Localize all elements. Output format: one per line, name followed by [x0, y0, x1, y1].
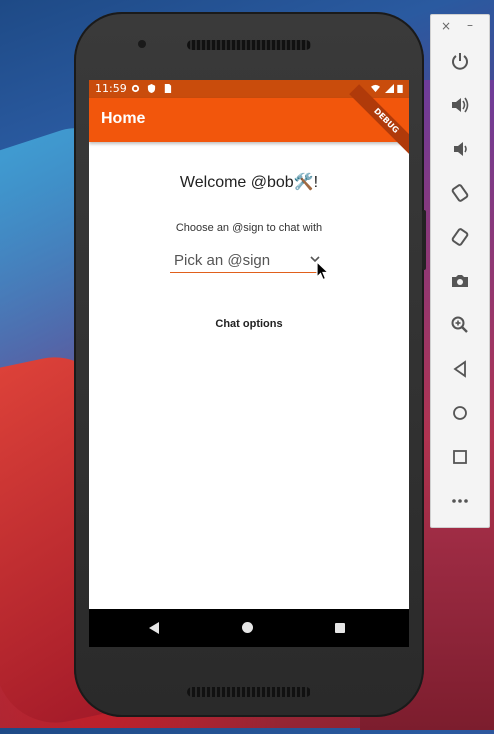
minimize-icon[interactable]: –: [467, 18, 473, 32]
zoom-icon[interactable]: [446, 311, 474, 339]
app-bar: Home DEBUG: [89, 84, 409, 158]
bottom-speaker: [187, 687, 311, 697]
status-time: 11:59: [95, 82, 127, 95]
battery-icon: [397, 84, 403, 93]
page-title: Home: [101, 110, 146, 127]
overview-icon[interactable]: [446, 443, 474, 471]
atsign-dropdown[interactable]: Pick an @sign: [170, 250, 326, 273]
welcome-text: Welcome @bob🛠️!: [179, 174, 319, 191]
choose-prompt: Choose an @sign to chat with: [175, 222, 323, 234]
back-icon[interactable]: [446, 355, 474, 383]
overview-icon[interactable]: [335, 623, 345, 633]
chat-options-button[interactable]: Chat options: [199, 318, 299, 330]
camera-icon[interactable]: [446, 267, 474, 295]
wifi-icon: [371, 84, 380, 93]
shield-icon: [147, 84, 156, 93]
top-speaker: [187, 40, 311, 50]
more-icon[interactable]: [446, 487, 474, 515]
sim-card-icon: [164, 84, 172, 93]
phone-side-button[interactable]: [422, 210, 426, 270]
volume-up-icon[interactable]: [446, 91, 474, 119]
mouse-cursor-icon: [316, 261, 329, 281]
volume-down-icon[interactable]: [446, 135, 474, 163]
dropdown-hint: Pick an @sign: [174, 252, 271, 269]
settings-icon: [131, 84, 140, 93]
home-icon[interactable]: [242, 622, 253, 633]
signal-icon: [385, 84, 394, 93]
emulator-toolbar: × –: [430, 14, 490, 528]
close-icon[interactable]: ×: [441, 19, 451, 33]
android-nav-bar: [89, 609, 409, 647]
back-icon[interactable]: [149, 622, 160, 634]
home-icon[interactable]: [446, 399, 474, 427]
rotate-right-icon[interactable]: [446, 223, 474, 251]
power-icon[interactable]: [446, 47, 474, 75]
rotate-left-icon[interactable]: [446, 179, 474, 207]
phone-screen: 11:59 Home DEBUG Welcome @bob🛠️! Choose …: [89, 80, 409, 646]
front-camera: [138, 40, 146, 48]
